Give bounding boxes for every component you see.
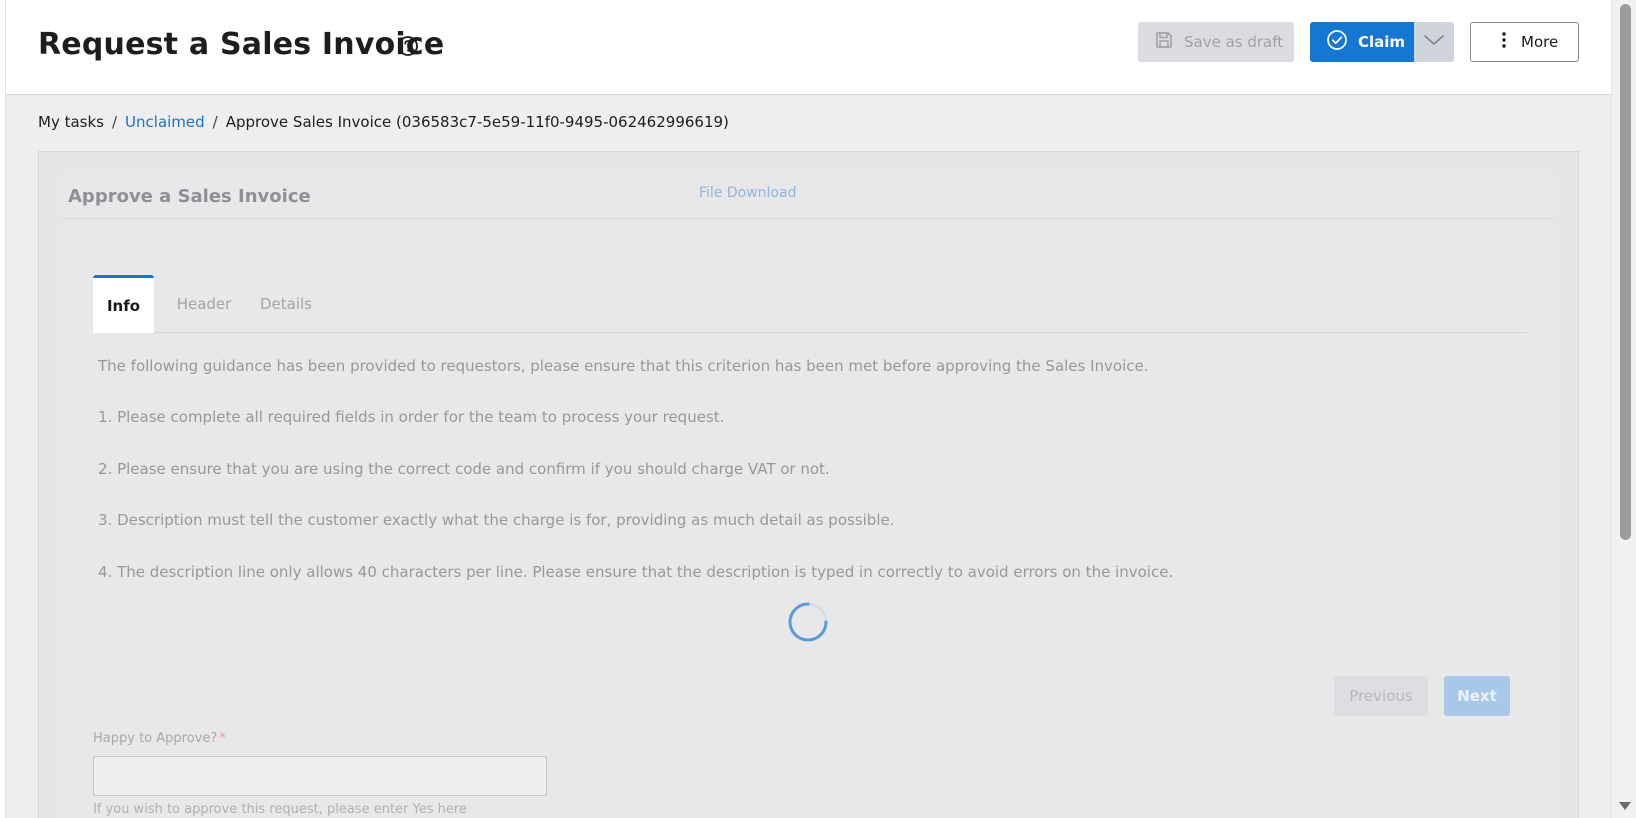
tab-details[interactable]: Details xyxy=(256,275,316,333)
breadcrumb-current: Approve Sales Invoice (036583c7-5e59-11f… xyxy=(225,113,729,131)
breadcrumb: My tasks / Unclaimed / Approve Sales Inv… xyxy=(38,113,729,131)
page-title: Request a Sales Invoice xyxy=(38,27,445,62)
more-label: More xyxy=(1521,33,1559,51)
save-as-draft-label: Save as draft xyxy=(1184,33,1284,51)
tab-header[interactable]: Header xyxy=(172,275,236,333)
guidance-item-1: 1. Please complete all required fields i… xyxy=(98,408,725,426)
guidance-item-4: 4. The description line only allows 40 c… xyxy=(98,563,1174,581)
vertical-scrollbar[interactable] xyxy=(1611,0,1636,818)
previous-button[interactable]: Previous xyxy=(1334,676,1428,716)
save-as-draft-button[interactable]: Save as draft xyxy=(1138,22,1294,62)
scroll-down-arrow-icon[interactable] xyxy=(1619,802,1631,810)
claim-label: Claim xyxy=(1358,33,1406,51)
guidance-intro: The following guidance has been provided… xyxy=(98,357,1149,375)
chevron-down-icon xyxy=(1423,33,1445,51)
claim-button[interactable]: Claim xyxy=(1310,22,1414,62)
claim-options-button[interactable] xyxy=(1414,22,1454,62)
form-tabs: Info Header Details xyxy=(93,275,1527,333)
form-title: Approve a Sales Invoice xyxy=(68,186,311,207)
more-button[interactable]: More xyxy=(1470,22,1579,62)
loading-spinner-icon xyxy=(786,600,830,644)
breadcrumb-separator: / xyxy=(212,113,218,131)
breadcrumb-unclaimed[interactable]: Unclaimed xyxy=(125,113,205,131)
guidance-item-3: 3. Description must tell the customer ex… xyxy=(98,511,895,529)
save-icon xyxy=(1154,30,1174,54)
breadcrumb-my-tasks[interactable]: My tasks xyxy=(38,113,104,131)
left-edge xyxy=(0,0,6,818)
approve-field-label: Happy to Approve? * xyxy=(93,731,226,746)
breadcrumb-separator: / xyxy=(111,113,118,131)
tab-info[interactable]: Info xyxy=(93,275,154,333)
required-marker: * xyxy=(219,731,226,746)
scrollbar-thumb[interactable] xyxy=(1620,4,1631,540)
next-button[interactable]: Next xyxy=(1444,676,1510,716)
check-circle-icon xyxy=(1326,29,1348,55)
more-vertical-icon xyxy=(1501,31,1507,53)
approve-field-label-text: Happy to Approve? xyxy=(93,731,218,746)
approve-field-help: If you wish to approve this request, ple… xyxy=(93,802,467,817)
help-circle-icon[interactable] xyxy=(397,35,419,57)
approve-input[interactable] xyxy=(93,756,547,796)
file-download-link[interactable]: File Download xyxy=(699,185,796,201)
guidance-item-2: 2. Please ensure that you are using the … xyxy=(98,460,830,478)
